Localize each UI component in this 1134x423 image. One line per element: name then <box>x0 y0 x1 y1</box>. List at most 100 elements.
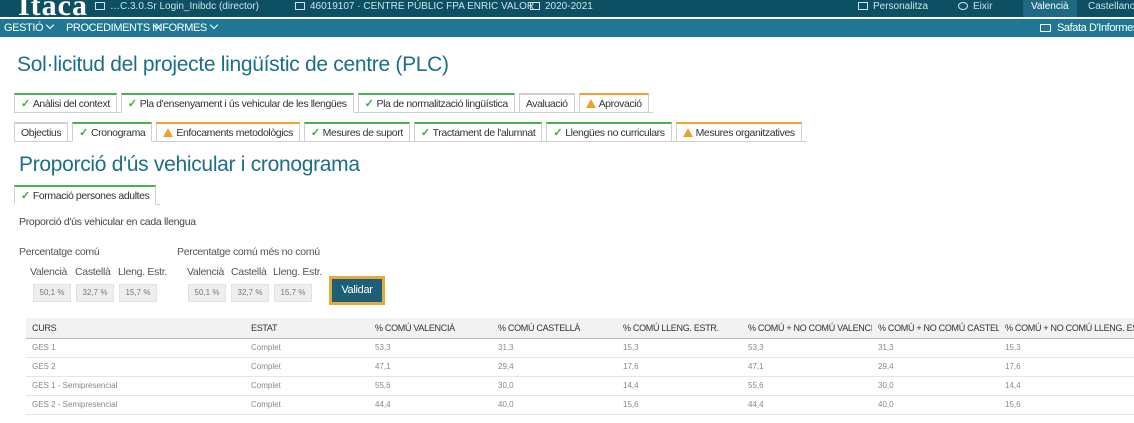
column-header-comu-no-comu-lleng-estr[interactable]: % COMÚ + NO COMÚ LLENG. ESTR. <box>999 318 1134 339</box>
cell-value: 31,3 <box>872 338 999 358</box>
user-icon <box>95 2 105 11</box>
cell-value: 55,6 <box>742 376 872 396</box>
check-icon: ✓ <box>553 126 563 139</box>
common-castella-value: 32,7 % <box>76 284 114 302</box>
warning-icon <box>585 99 596 108</box>
tab-llengues-no-curriculars[interactable]: ✓ Llengües no curriculars <box>546 122 672 142</box>
print-icon <box>1040 24 1051 32</box>
check-icon: ✓ <box>310 126 320 139</box>
cell-value: 44,4 <box>742 395 872 415</box>
tab-label: Avaluació <box>525 97 568 110</box>
menu-procediments[interactable]: PROCEDIMENTS <box>66 20 162 34</box>
warning-icon <box>682 128 693 137</box>
tab-label: Tractament de l'alumnat <box>432 126 536 139</box>
tab-label: Llengües no curriculars <box>565 126 665 139</box>
common-lleng-estr-value: 15,7 % <box>119 284 157 302</box>
user-info[interactable]: …C.3.0.Sr Login_Inibdc (director) <box>95 1 259 12</box>
column-header-comu-no-comu-castella[interactable]: % COMÚ + NO COMÚ CASTELLÀ <box>872 318 999 339</box>
tab-formacio-persones-adultes[interactable]: ✓ Formació persones adultes <box>14 185 157 205</box>
sub-tabs: Objectius ✓ Cronograma Enfocaments metodo… <box>14 122 806 142</box>
tab-label: Enfocaments metodològics <box>176 126 293 139</box>
cell-value: 53,3 <box>369 338 492 358</box>
cell-value: 47,1 <box>742 357 872 377</box>
tab-label: Objectius <box>21 126 62 139</box>
cell-value: 55,6 <box>369 376 492 396</box>
menu-informes-label: INFORMES <box>152 22 207 34</box>
common-castella-label: Castellà <box>75 266 111 278</box>
common-valencia-value: 50,1 % <box>33 284 71 302</box>
cell-value: 30,0 <box>492 376 617 396</box>
user-label: …C.3.0.Sr Login_Inibdc (director) <box>110 1 259 12</box>
cell-value: 44,4 <box>369 395 492 415</box>
common-plus-castella-label: Castellà <box>231 266 267 278</box>
table-row[interactable]: GES 2 - Semipresencial Complet 44,4 40,0… <box>26 395 1134 415</box>
main-menu-bar: GESTIÓ PROCEDIMENTS INFORMES Safata D'In… <box>0 19 1134 37</box>
column-header-comu-valencia[interactable]: % COMÚ VALENCIÀ <box>369 318 492 339</box>
top-bar: Itaca …C.3.0.Sr Login_Inibdc (director) … <box>0 0 1134 17</box>
table-row[interactable]: GES 2 Complet 47,1 29,4 17,6 47,1 29,4 1… <box>26 357 1134 377</box>
common-valencia-label: Valencià <box>30 266 68 278</box>
personalize-link[interactable]: Personalitza <box>858 1 928 12</box>
tab-label: Aprovació <box>598 97 642 110</box>
calendar-icon <box>530 2 540 11</box>
cell-value: 17,6 <box>617 357 742 377</box>
tab-label: Pla d'ensenyament i ús vehicular de les … <box>139 97 347 110</box>
check-icon: ✓ <box>420 126 430 139</box>
exit-link[interactable]: Eixir <box>958 1 992 12</box>
table-row[interactable]: GES 1 - Semipresencial Complet 55,6 30,0… <box>26 376 1134 396</box>
cell-value: 31,3 <box>492 338 617 358</box>
centre-label: 46019107 · CENTRE PÚBLIC FPA ENRIC VALOR <box>310 1 535 12</box>
cell-estat: Complet <box>245 376 369 396</box>
menu-procediments-label: PROCEDIMENTS <box>66 22 150 34</box>
tab-aprovacio[interactable]: Aprovació <box>578 93 649 113</box>
tab-tractament-alumnat[interactable]: ✓ Tractament de l'alumnat <box>413 122 543 142</box>
tab-objectius[interactable]: Objectius <box>14 122 69 142</box>
column-header-estat[interactable]: ESTAT <box>245 318 369 339</box>
centre-info[interactable]: 46019107 · CENTRE PÚBLIC FPA ENRIC VALOR <box>295 1 534 12</box>
safata-informes-link[interactable]: Safata D'Informes <box>1040 22 1134 34</box>
table-row[interactable]: GES 1 Complet 53,3 31,3 15,3 53,3 31,3 1… <box>26 338 1134 358</box>
tab-mesures-suport[interactable]: ✓ Mesures de suport <box>303 122 410 142</box>
common-lleng-estr-label: Lleng. Estr. <box>118 266 167 278</box>
year-info[interactable]: 2020-2021 <box>530 1 593 12</box>
cell-value: 40,0 <box>872 395 999 415</box>
tab-label: Anàlisi del context <box>32 97 110 110</box>
tab-enfocaments[interactable]: Enfocaments metodològics <box>156 122 300 142</box>
safata-label: Safata D'Informes <box>1057 22 1134 34</box>
common-percentage-label: Percentatge comú <box>19 246 100 258</box>
building-icon <box>295 2 305 11</box>
common-plus-percentage-label: Percentatge comú més no comú <box>177 246 320 258</box>
tab-analisi-context[interactable]: ✓ Anàlisi del context <box>14 93 117 113</box>
year-label: 2020-2021 <box>545 1 593 12</box>
menu-gestio[interactable]: GESTIÓ <box>4 20 55 34</box>
proportion-subtitle: Proporció d'ús vehicular en cada llengua <box>19 216 196 228</box>
section-title: Proporció d'ús vehicular i cronograma <box>19 153 360 176</box>
cell-value: 14,4 <box>999 376 1134 396</box>
app-logo: Itaca <box>18 0 88 17</box>
cell-estat: Complet <box>245 338 369 358</box>
tab-pla-normalitzacio[interactable]: ✓ Pla de normalització lingüística <box>357 93 515 113</box>
column-header-comu-lleng-estr[interactable]: % COMÚ LLENG. ESTR. <box>617 318 742 339</box>
lang-valencia-tab[interactable]: Valencià <box>1023 0 1077 17</box>
cell-value: 47,1 <box>369 357 492 377</box>
page-title: Sol·licitud del projecte lingüístic de c… <box>17 53 449 76</box>
cell-value: 30,0 <box>872 376 999 396</box>
tab-avaluacio[interactable]: Avaluació <box>518 93 575 113</box>
cell-value: 15,6 <box>999 395 1134 415</box>
table-header-row: CURS ESTAT % COMÚ VALENCIÀ % COMÚ CASTEL… <box>26 318 1134 339</box>
column-header-curs[interactable]: CURS <box>26 318 245 339</box>
tab-label: Mesures organitzatives <box>695 126 796 139</box>
lang-castella-tab[interactable]: Castellano <box>1080 0 1134 17</box>
common-plus-valencia-value: 50,1 % <box>188 284 226 302</box>
tab-pla-ensenyament[interactable]: ✓ Pla d'ensenyament i ús vehicular de les… <box>120 93 354 113</box>
check-icon: ✓ <box>79 126 88 139</box>
tab-cronograma[interactable]: ✓ Cronograma <box>72 122 153 142</box>
tab-mesures-organitzatives[interactable]: Mesures organitzatives <box>675 122 802 142</box>
menu-informes[interactable]: INFORMES <box>152 20 219 34</box>
validate-button[interactable]: Validar <box>329 276 385 305</box>
column-header-comu-castella[interactable]: % COMÚ CASTELLÀ <box>492 318 617 339</box>
check-icon: ✓ <box>364 97 374 110</box>
column-header-comu-no-comu-valencia[interactable]: % COMÚ + NO COMÚ VALENCIÀ <box>742 318 872 339</box>
check-icon: ✓ <box>21 97 30 110</box>
cell-value: 14,4 <box>617 376 742 396</box>
